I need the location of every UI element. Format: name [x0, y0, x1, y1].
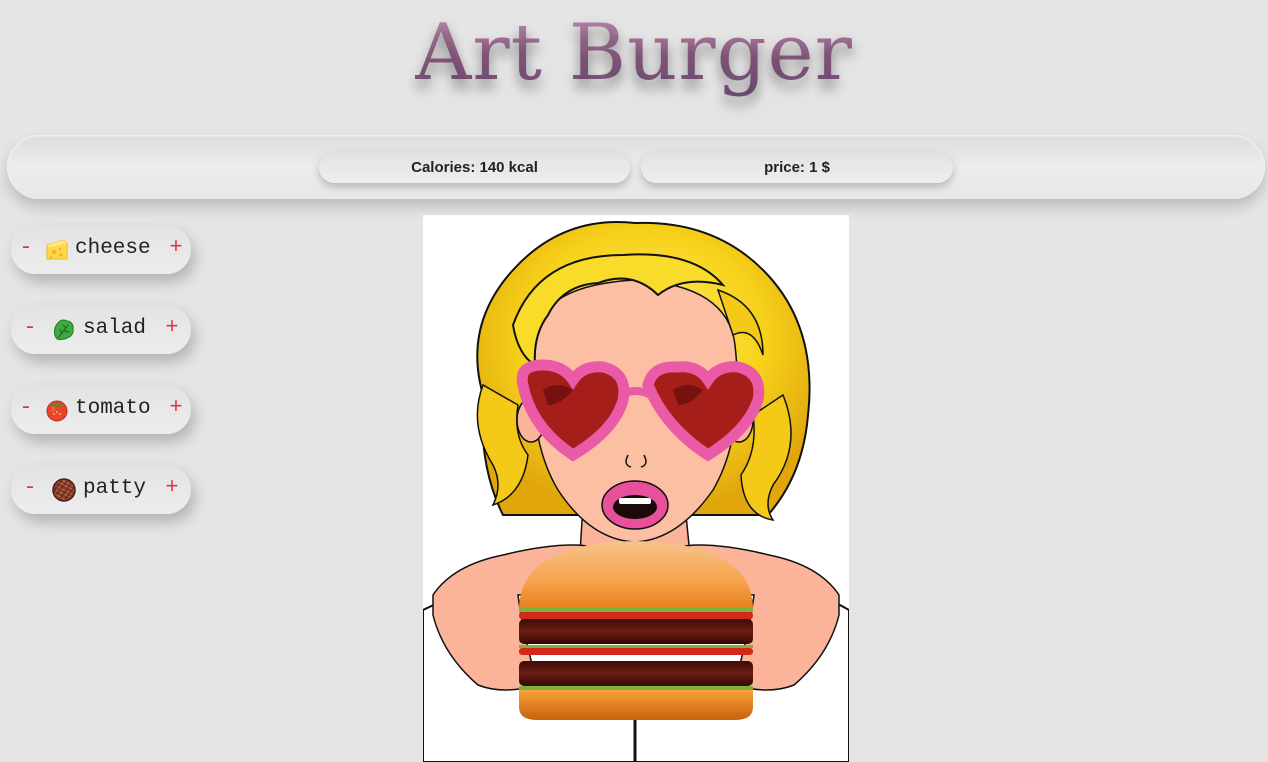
salad-layer [519, 686, 753, 690]
add-tomato-button[interactable]: + [167, 395, 185, 421]
price-display: price: 1 $ [641, 152, 953, 183]
pop-art-woman-illustration [423, 215, 849, 762]
remove-tomato-button[interactable]: - [17, 395, 35, 421]
ingredient-control-cheese: - cheese + [11, 225, 191, 274]
burger-illustration [423, 215, 849, 762]
calories-display: Calories: 140 kcal [319, 152, 630, 183]
app-header: Art Burger [0, 0, 1268, 120]
burger-stack [519, 541, 753, 720]
add-salad-button[interactable]: + [163, 315, 181, 341]
patty-icon [52, 478, 76, 502]
patty-layer [519, 661, 753, 686]
tomato-layer [519, 648, 753, 655]
tomato-icon [46, 400, 68, 422]
tomato-layer [519, 612, 753, 619]
remove-salad-button[interactable]: - [21, 315, 39, 341]
bun-bottom [519, 690, 753, 720]
ingredient-control-salad: - salad + [11, 305, 191, 354]
app-title: Art Burger [415, 8, 853, 98]
lettuce-icon [54, 319, 74, 341]
add-patty-button[interactable]: + [163, 475, 181, 501]
patty-layer [519, 619, 753, 644]
ingredient-control-patty: - patty + [11, 465, 191, 514]
info-bar [7, 135, 1265, 199]
ingredient-control-tomato: - tomato + [11, 385, 191, 434]
remove-patty-button[interactable]: - [21, 475, 39, 501]
remove-cheese-button[interactable]: - [17, 235, 35, 261]
cheese-label: cheese [75, 237, 151, 260]
patty-label: patty [83, 477, 147, 500]
add-cheese-button[interactable]: + [167, 235, 185, 261]
salad-layer [519, 645, 753, 648]
salad-layer [519, 608, 753, 612]
tomato-label: tomato [75, 397, 151, 420]
cheese-icon [46, 239, 68, 260]
salad-label: salad [83, 317, 147, 340]
